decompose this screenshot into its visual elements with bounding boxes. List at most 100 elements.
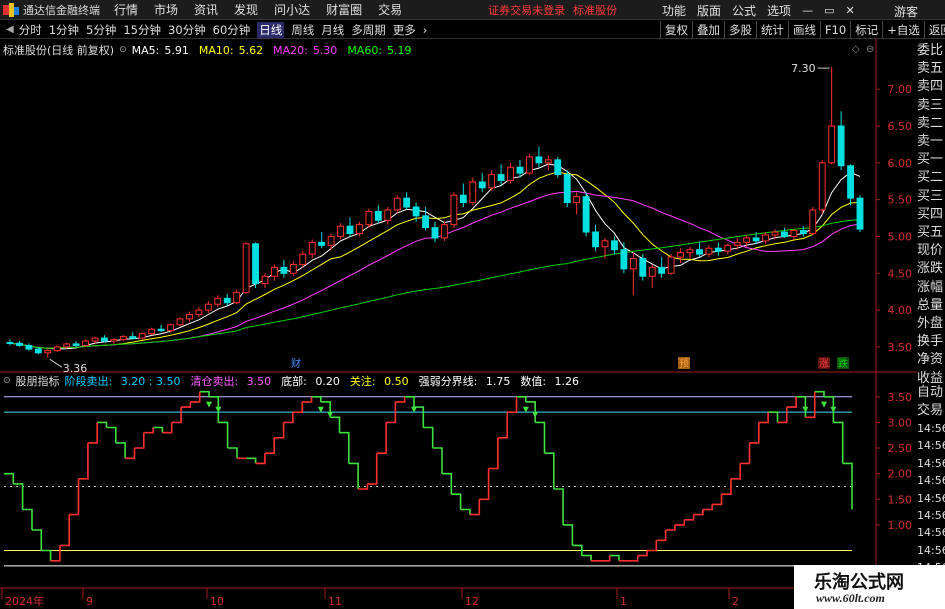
app-logo-icon [3,2,19,17]
candle-body [119,336,127,341]
overlay-button[interactable]: 叠加 [692,21,724,39]
candle-body [478,181,486,189]
tick-time: 14:56 [917,439,945,453]
indicator-lines [4,390,853,562]
moving-average-lines [9,163,861,350]
candle-body [299,253,307,265]
candle-body [762,234,769,242]
candle-body [441,224,448,239]
menu-item-formula[interactable]: 公式 [732,2,756,19]
indicator-bottom: 底部: 0.20 [281,375,340,388]
menu-item-market[interactable]: 市场 [154,1,178,18]
stock-label[interactable]: 标准股份(日线 前复权) [3,42,114,58]
candle-body [856,197,864,230]
sell-arrow-icon [821,401,828,408]
candle-body [526,156,533,174]
chart-toolbar: 复权 叠加 多股 统计 画线 F10 标记 +自选 返回 [660,21,945,39]
candle-body [696,249,703,255]
quote-label-ask4: 卖四 [917,79,944,95]
menu-item-trade[interactable]: 交易 [378,1,402,18]
period-30min[interactable]: 30分钟 [168,22,206,38]
period-60min[interactable]: 60分钟 [213,22,251,38]
period-multi[interactable]: 多周期 [351,22,386,38]
menu-item-news[interactable]: 资讯 [194,1,218,18]
period-5min[interactable]: 5分钟 [86,22,116,38]
candle-body [365,210,373,226]
date-tick-label: 12 [465,595,479,608]
guest-account[interactable]: 游客 [894,3,918,20]
indicator-stage-sell: 阶段卖出: 3.20 : 3.50 [64,375,181,388]
multi-stock-button[interactable]: 多股 [724,21,756,39]
period-1min[interactable]: 1分钟 [49,22,79,38]
quote-label-ask3: 卖三 [917,97,944,113]
statistics-button[interactable]: 统计 [756,21,788,39]
menu-item-options[interactable]: 选项 [767,2,791,19]
candle-body [611,240,618,251]
f10-button[interactable]: F10 [820,21,850,39]
menu-item-assistant[interactable]: 问小达 [274,1,310,18]
ma60-label: MA60: 5.19 [347,43,412,57]
restore-button[interactable]: ▭ [824,4,834,17]
candle-body [148,328,156,335]
ma20-line [9,190,861,349]
menu-item-quotes[interactable]: 行情 [114,1,138,18]
menu-item-wealth-circle[interactable]: 财富圈 [326,1,362,18]
more-chevron-icon[interactable]: › [423,23,428,37]
quote-label-change: 涨跌 [917,261,944,277]
settings-chevron-icon[interactable]: ⊙ [3,376,11,386]
collapse-left-icon[interactable]: ◀ [6,24,14,35]
candle-body [507,166,514,181]
indicator-divider: 强弱分界线: 1.75 [418,375,511,388]
candle-body [63,343,71,348]
add-watchlist-button[interactable]: +自选 [882,21,924,39]
quote-label-ask2: 卖二 [917,115,944,131]
low-pointer [49,358,63,368]
period-intraday[interactable]: 分时 [19,22,42,38]
watermark: 乐淘公式网 www.60lt.com [794,565,945,609]
candle-body [488,174,496,189]
minimize-button[interactable]: — [802,4,813,17]
candle-body [809,209,817,235]
candle-body [790,230,798,237]
event-marker-label: 涨 [819,358,829,370]
draw-line-button[interactable]: 画线 [788,21,820,39]
event-marker-label: 预 [679,358,689,370]
tick-time: 14:56 [917,509,945,523]
candle-body [346,225,354,235]
candle-body [72,343,80,346]
period-more[interactable]: 更多 [393,22,416,38]
menu-item-functions[interactable]: 功能 [662,2,686,19]
candle-body [648,266,656,277]
indicator-clear-sell: 清仓卖出: 3.50 [190,375,272,388]
indicator-tick-label: 1.00 [888,519,913,532]
indicator-tick-label: 3.00 [888,416,913,429]
settings-chevron-icon[interactable]: ⊙ [119,45,127,55]
candle-body [582,196,590,233]
price-tick-label: 5.00 [888,230,913,243]
candle-body [176,318,184,326]
menu-bar: 通达信金融终端 行情 市场 资讯 发现 问小达 财富圈 交易 证券交易未登录 标… [0,0,945,20]
tick-time: 14:56 [917,422,945,435]
period-15min[interactable]: 15分钟 [123,22,161,38]
current-stock-name: 标准股份 [573,3,618,17]
price-tick-label: 4.00 [888,304,913,317]
indicator-name[interactable]: 股朋指标 [16,373,60,389]
main-chart-legend: 标准股份(日线 前复权) ⊙ MA5: 5.91 MA10: 5.62 MA20: 5… [3,42,422,58]
close-button[interactable]: ✕ [845,4,854,17]
menu-item-layout[interactable]: 版面 [697,2,721,19]
candle-body [563,174,571,204]
adjust-price-button[interactable]: 复权 [660,21,692,39]
period-weekly[interactable]: 周线 [291,22,314,38]
candle-body [34,348,42,354]
quote-label-volume: 总量 [917,297,944,313]
mark-button[interactable]: 标记 [850,21,882,39]
chart-canvas[interactable]: 3.504.004.505.005.506.006.507.00◇ ⊖ 1.001… [0,39,917,609]
trade-login-status[interactable]: 证券交易未登录 [488,2,565,18]
indicator-watch: 关注: 0.50 [349,375,409,388]
trade-label[interactable]: 交易 [917,402,945,420]
period-daily[interactable]: 日线 [257,21,285,38]
auto-label[interactable]: 自动 [917,384,945,402]
period-monthly[interactable]: 月线 [321,22,344,38]
back-button[interactable]: 返回 [923,21,945,39]
menu-item-discover[interactable]: 发现 [234,1,258,18]
